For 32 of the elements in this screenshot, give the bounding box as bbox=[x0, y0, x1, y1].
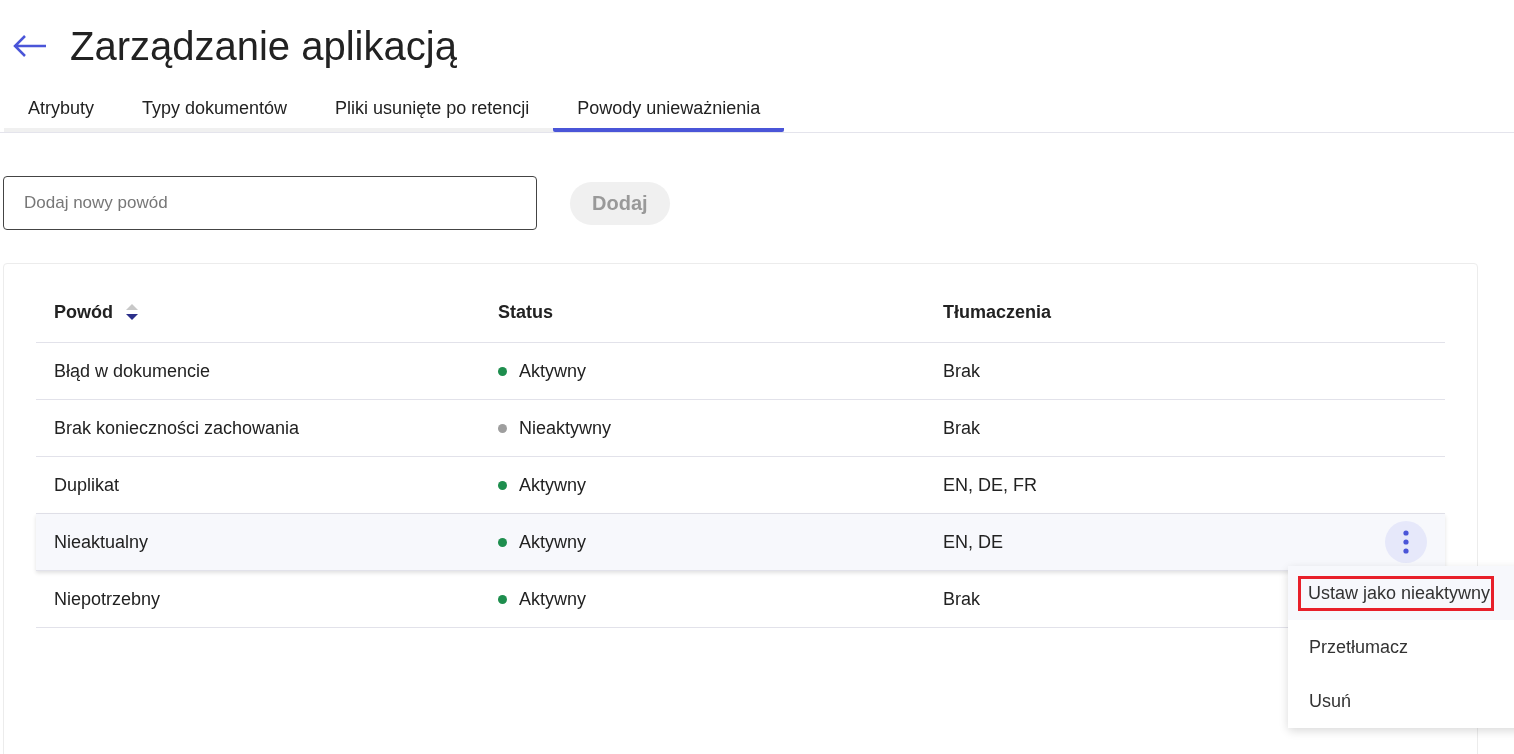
table-cell-text: EN, DE bbox=[942, 531, 1003, 553]
table-cell-text: Brak bbox=[942, 360, 980, 382]
tab[interactable]: Powody unieważnienia bbox=[553, 90, 785, 132]
status-text: Aktywny bbox=[519, 360, 587, 382]
table-cell-text: Nieaktualny bbox=[53, 531, 149, 553]
hovered-table-row[interactable]: Nieaktualny Aktywny EN, DE bbox=[36, 514, 1445, 571]
status-text: Aktywny bbox=[519, 531, 587, 553]
column-header[interactable]: Powód bbox=[54, 301, 113, 323]
table-cell-text: Brak bbox=[942, 417, 980, 439]
column-header: Status bbox=[498, 301, 553, 323]
table-cell-text: Brak bbox=[942, 588, 980, 610]
page-title: Zarządzanie aplikacją bbox=[70, 23, 457, 69]
menu-item[interactable]: Usuń bbox=[1288, 674, 1514, 728]
status-text: Aktywny bbox=[519, 588, 587, 610]
status-text: Nieaktywny bbox=[519, 417, 612, 439]
reason-input-field[interactable]: Dodaj nowy powód bbox=[3, 176, 537, 230]
table-cell-text: Niepotrzebny bbox=[53, 588, 161, 610]
table-cell-text: Duplikat bbox=[53, 474, 120, 496]
sort-icon[interactable] bbox=[125, 304, 139, 320]
table-cell-text: EN, DE, FR bbox=[942, 474, 1037, 496]
column-header: Tłumaczenia bbox=[943, 301, 1052, 323]
back-button[interactable] bbox=[12, 34, 48, 58]
more-options-button[interactable] bbox=[1385, 521, 1427, 563]
back-arrow-icon bbox=[12, 34, 48, 58]
menu-item[interactable]: Ustaw jako nieaktywny bbox=[1288, 566, 1514, 620]
status-text: Aktywny bbox=[519, 474, 587, 496]
kebab-menu-icon bbox=[1403, 530, 1409, 554]
tab[interactable]: Atrybuty bbox=[4, 90, 119, 132]
tab[interactable]: Pliki usunięte po retencji bbox=[311, 90, 554, 132]
tab[interactable]: Typy dokumentów bbox=[118, 90, 312, 132]
table-cell-text: Błąd w dokumencie bbox=[53, 360, 211, 382]
table-cell-text: Brak konieczności zachowania bbox=[53, 417, 300, 439]
